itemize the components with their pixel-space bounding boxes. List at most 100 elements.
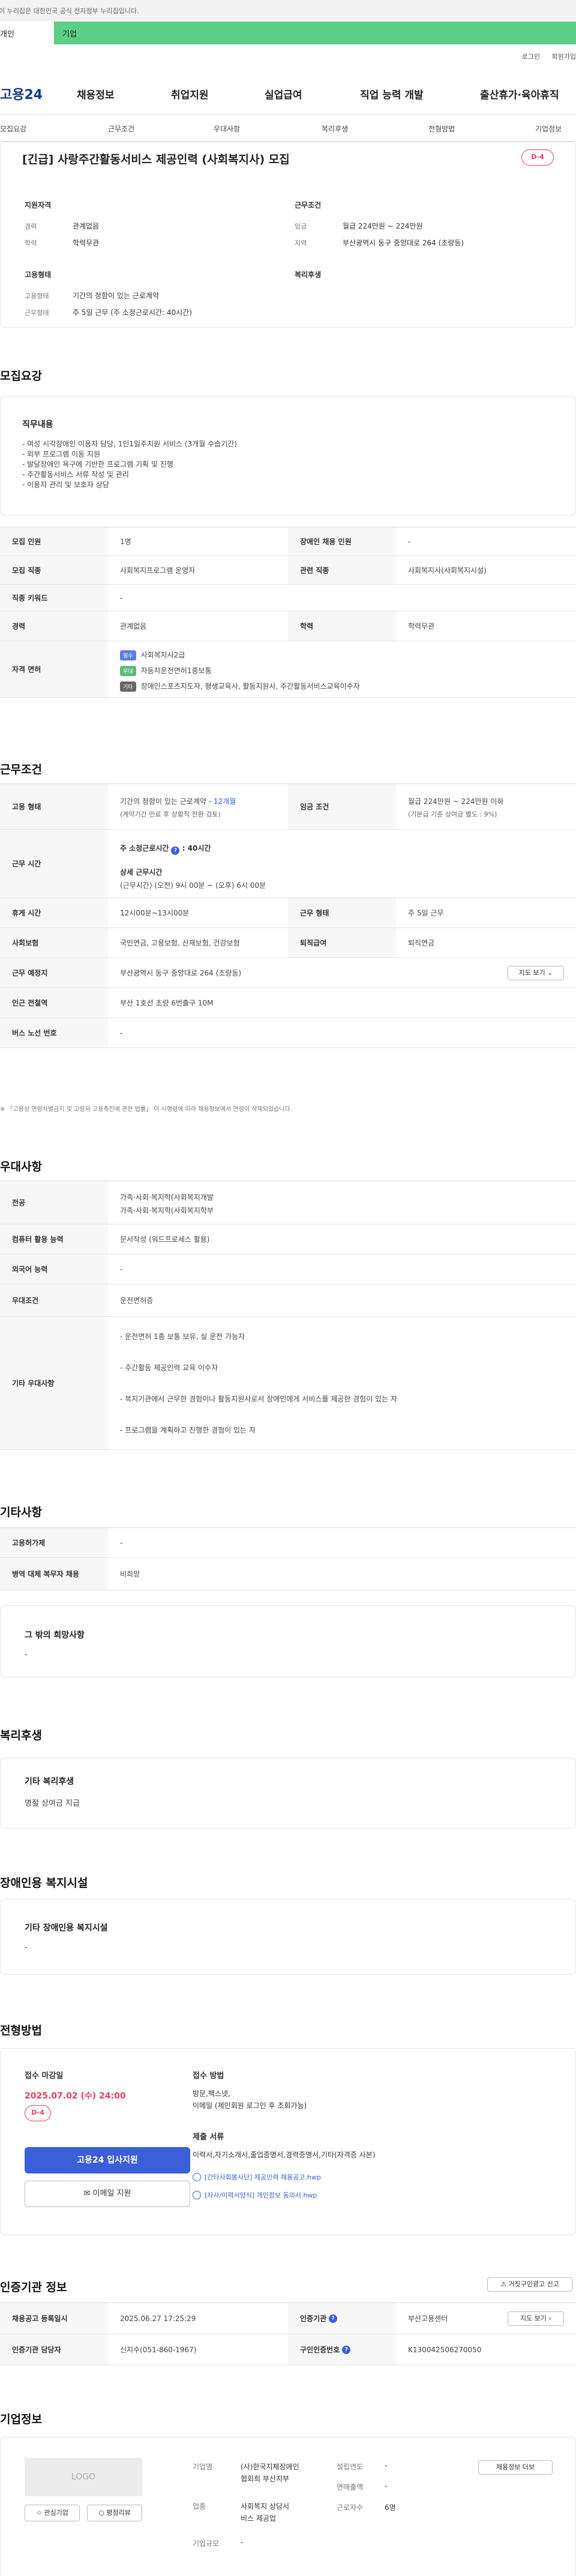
row-value: 부산 1호선 초량 6번출구 10M (120, 999, 214, 1007)
edu-label: 학력 (25, 239, 37, 247)
attachment-link[interactable]: [간타사회봉사단] 제공인력 채용공고.hwp (193, 2172, 321, 2182)
company-tab[interactable]: 기업 (54, 22, 576, 44)
table-row: 직종 키워드 - (0, 585, 576, 611)
subnav-company[interactable]: 기업정보 (535, 124, 562, 134)
table-row: 근무 예정지 부산광역시 동구 중앙대로 264 (초량동) 지도 보기 ⌄ (0, 958, 576, 988)
row-value: 부산광역시 동구 중앙대로 264 (초량동) (120, 969, 242, 977)
report-fake-ad-button[interactable]: ⚠ 거짓구인광고 신고 (487, 2277, 572, 2292)
deadline-dday-badge: D-4 (25, 2105, 51, 2121)
row-key: 구인인증번호? (288, 2334, 396, 2365)
hours-detail-heading: 상세 근무시간 (120, 868, 163, 876)
wage-value: 월급 224만원 ~ 224만원 (343, 222, 423, 230)
apply-button[interactable]: 고용24 입사지원 (25, 2147, 190, 2173)
gnb-item-jobs[interactable]: 채용정보 (77, 86, 115, 101)
disability-section-title: 장애인용 복지시설 (0, 1877, 88, 1890)
org-map-button[interactable]: 지도 보기 › (508, 2311, 564, 2326)
duty-line: - 주간활동서비스 서류 작성 및 관리 (22, 470, 129, 479)
row-key: 인증기관? (288, 2303, 396, 2334)
row-key: 자격 면허 (0, 641, 108, 697)
row-key: 기타 우대사항 (0, 1317, 108, 1449)
gov-banner: 이 누리집은 대한민국 공식 전자정부 누리집입니다. (0, 0, 576, 22)
info-icon[interactable]: ? (329, 2314, 338, 2323)
row-key: 근무 형태 (288, 898, 396, 927)
other-table: 고용허가제 - 병역 대체 복무자 채용 비희망 (0, 1527, 576, 1590)
recruit-table: 모집 인원 1명 장애인 채용 인원 - 모집 직종 사회복지프로그램 운영자 … (0, 527, 576, 725)
table-row: 전공 가족·사회·복지학(사회복지개발 가족·사회·복지학(사회복지학부 (0, 1181, 576, 1224)
gnb-item-leave[interactable]: 출산휴가·육아휴직 (480, 86, 559, 101)
org-map-label: 지도 보기 (520, 2314, 547, 2322)
emp-type-text: 기간의 정함이 있는 근로계약 - (120, 797, 214, 806)
table-row: 모집 직종 사회복지프로그램 운영자 관련 직종 사회복지사(사회복지시설) (0, 556, 576, 585)
attachment-link[interactable]: [자사/이력서양식] 개인정보 동의서.hwp (193, 2190, 317, 2200)
site-logo[interactable]: 고용24 (0, 84, 43, 103)
row-key: 근무 예정지 (0, 958, 108, 987)
row-value: - (120, 1265, 123, 1274)
subnav-recruit[interactable]: 모집요강 (0, 124, 26, 134)
row-value: 학력무관 (408, 622, 435, 631)
row-key: 모집 직종 (0, 556, 108, 584)
etc-line: - 주간활동 제공인력 교육 이수자 (120, 1364, 218, 1372)
revenue-value: - (385, 2482, 388, 2490)
welfare-heading: 복리후생 (295, 271, 322, 279)
gnb-item-support[interactable]: 취업지원 (171, 86, 209, 101)
row-value: - (120, 1028, 123, 1037)
rating-button[interactable]: ○ 평점리뷰 (87, 2505, 142, 2521)
org-label: 인증기관 (300, 2314, 327, 2323)
license-badge: 우대 (120, 666, 136, 676)
table-row: 모집 인원 1명 장애인 채용 인원 - (0, 527, 576, 556)
disability-value: - (25, 1943, 28, 1952)
employment-heading: 고용형태 (25, 271, 52, 279)
gnb-item-benefit[interactable]: 실업급여 (265, 86, 302, 101)
table-row: 인근 전철역 부산 1호선 초량 6번출구 10M (0, 988, 576, 1018)
license-item: 필수 사회복지사2급 (120, 650, 185, 660)
page-title: [긴급] 사랑주간활동서비스 제공인력 (사회복지사) 모집 (22, 153, 290, 166)
fav-company-button[interactable]: ☆ 관심기업 (25, 2505, 80, 2521)
row-key: 휴게 시간 (0, 898, 108, 927)
row-value: - (120, 593, 123, 602)
row-key: 컴퓨터 활용 능력 (0, 1224, 108, 1254)
subnav-work[interactable]: 근무조건 (108, 124, 134, 134)
employees-label: 근로자수 (337, 2503, 364, 2512)
signup-link[interactable]: 회원가입 (552, 53, 576, 61)
email-apply-label: 이메일 지원 (92, 2189, 131, 2198)
row-value: - (408, 537, 411, 546)
login-link[interactable]: 로그인 (522, 53, 540, 61)
map-button[interactable]: 지도 보기 ⌄ (508, 966, 564, 980)
age-note: ※ 「고용상 연령차별금지 및 고령자 고용촉진에 관한 법률」 이 시행령에 … (0, 1106, 292, 1113)
subnav-selection[interactable]: 전형방법 (428, 124, 455, 134)
row-key: 고용허가제 (0, 1528, 108, 1557)
selection-section-title: 전형방법 (0, 2024, 42, 2037)
wage-label: 임금 (295, 223, 307, 230)
area-label: 지역 (295, 239, 307, 247)
company-box: LOGO ☆ 관심기업 ○ 평점리뷰 기업명 (사)한국지체장애인 협회희 부산… (0, 2437, 576, 2576)
subnav-prefer[interactable]: 우대사항 (214, 124, 240, 134)
industry-line: 비스 제공업 (241, 2514, 277, 2523)
attachment-name: [간타사회봉사단] 제공인력 채용공고.hwp (205, 2173, 321, 2181)
email-apply-button[interactable]: ✉ 이메일 지원 (25, 2181, 190, 2207)
subnav-benefit[interactable]: 복리후생 (322, 124, 348, 134)
employees-value: 6명 (385, 2503, 396, 2512)
area-value: 부산광역시 동구 중앙대로 264 (초량동) (343, 239, 464, 247)
row-key: 인근 전철역 (0, 988, 108, 1017)
info-icon[interactable]: ? (171, 846, 180, 855)
weekly-hours-label: 주 소정근로시간 (120, 844, 169, 852)
info-icon[interactable]: ? (342, 2345, 351, 2354)
company-tab-label: 기업 (62, 30, 77, 39)
table-row: 기타 우대사항 - 운전면허 1종 보통 보유, 실 운전 가능자 - 주간활동… (0, 1317, 576, 1450)
gnb-item-training[interactable]: 직업 능력 개발 (360, 86, 424, 101)
row-value: 퇴직연금 (408, 939, 435, 947)
emp-type-line: 기간의 정함이 있는 근로계약 - 12개월 (120, 796, 236, 806)
license-badge: 기타 (120, 681, 136, 692)
personal-tab[interactable]: 개인 (0, 22, 54, 44)
etc-line: - 복지기관에서 근무한 경험이나 활동지원사로서 장애인에게 서비스를 제공한… (120, 1395, 397, 1403)
duty-line: - 발달장애인 욕구에 기반한 프로그램 기획 및 진행 (22, 460, 173, 469)
row-value: 1명 (120, 538, 131, 546)
row-key: 외국어 능력 (0, 1254, 108, 1284)
more-jobs-button[interactable]: 채용정보 더보 (478, 2460, 553, 2475)
edu-value: 학력무관 (73, 239, 100, 247)
row-key: 임금 조건 (288, 784, 396, 829)
row-key: 직종 키워드 (0, 585, 108, 611)
method-line: 방문,팩스넷, (193, 2089, 230, 2098)
row-value: 관계없음 (120, 622, 147, 631)
row-value: 운전면허증 (120, 1296, 154, 1305)
